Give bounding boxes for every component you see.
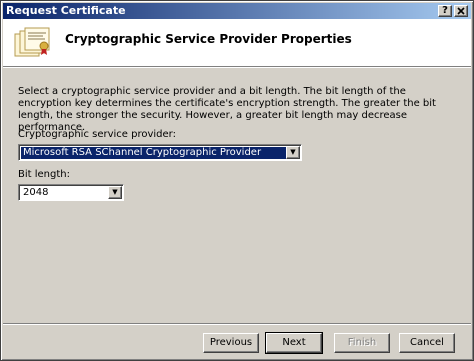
previous-button[interactable]: Previous: [203, 333, 259, 353]
csp-dropdown[interactable]: Microsoft RSA SChannel Cryptographic Pro…: [18, 144, 302, 161]
bit-length-dropdown[interactable]: 2048 ▼: [18, 184, 124, 201]
next-button[interactable]: Next: [265, 332, 323, 354]
title-bar[interactable]: Request Certificate ?: [3, 3, 471, 19]
bit-length-label: Bit length:: [18, 169, 70, 180]
chevron-down-icon[interactable]: ▼: [286, 146, 300, 159]
help-icon[interactable]: ?: [438, 5, 452, 17]
description-text: Select a cryptographic service provider …: [18, 86, 436, 133]
certificate-icon: [14, 27, 50, 57]
cancel-button[interactable]: Cancel: [399, 333, 455, 353]
window-title: Request Certificate: [6, 4, 126, 17]
request-certificate-dialog: Request Certificate ? Cryptographic Serv…: [0, 0, 474, 361]
csp-dropdown-value: Microsoft RSA SChannel Cryptographic Pro…: [21, 147, 286, 159]
finish-button[interactable]: Finish: [334, 333, 390, 353]
wizard-header: Cryptographic Service Provider Propertie…: [3, 19, 471, 68]
csp-label: Cryptographic service provider:: [18, 129, 176, 140]
button-separator: [3, 323, 471, 325]
chevron-down-icon[interactable]: ▼: [108, 186, 122, 199]
close-icon[interactable]: [454, 5, 468, 17]
bit-length-dropdown-value: 2048: [23, 187, 49, 198]
page-title: Cryptographic Service Provider Propertie…: [65, 32, 352, 46]
